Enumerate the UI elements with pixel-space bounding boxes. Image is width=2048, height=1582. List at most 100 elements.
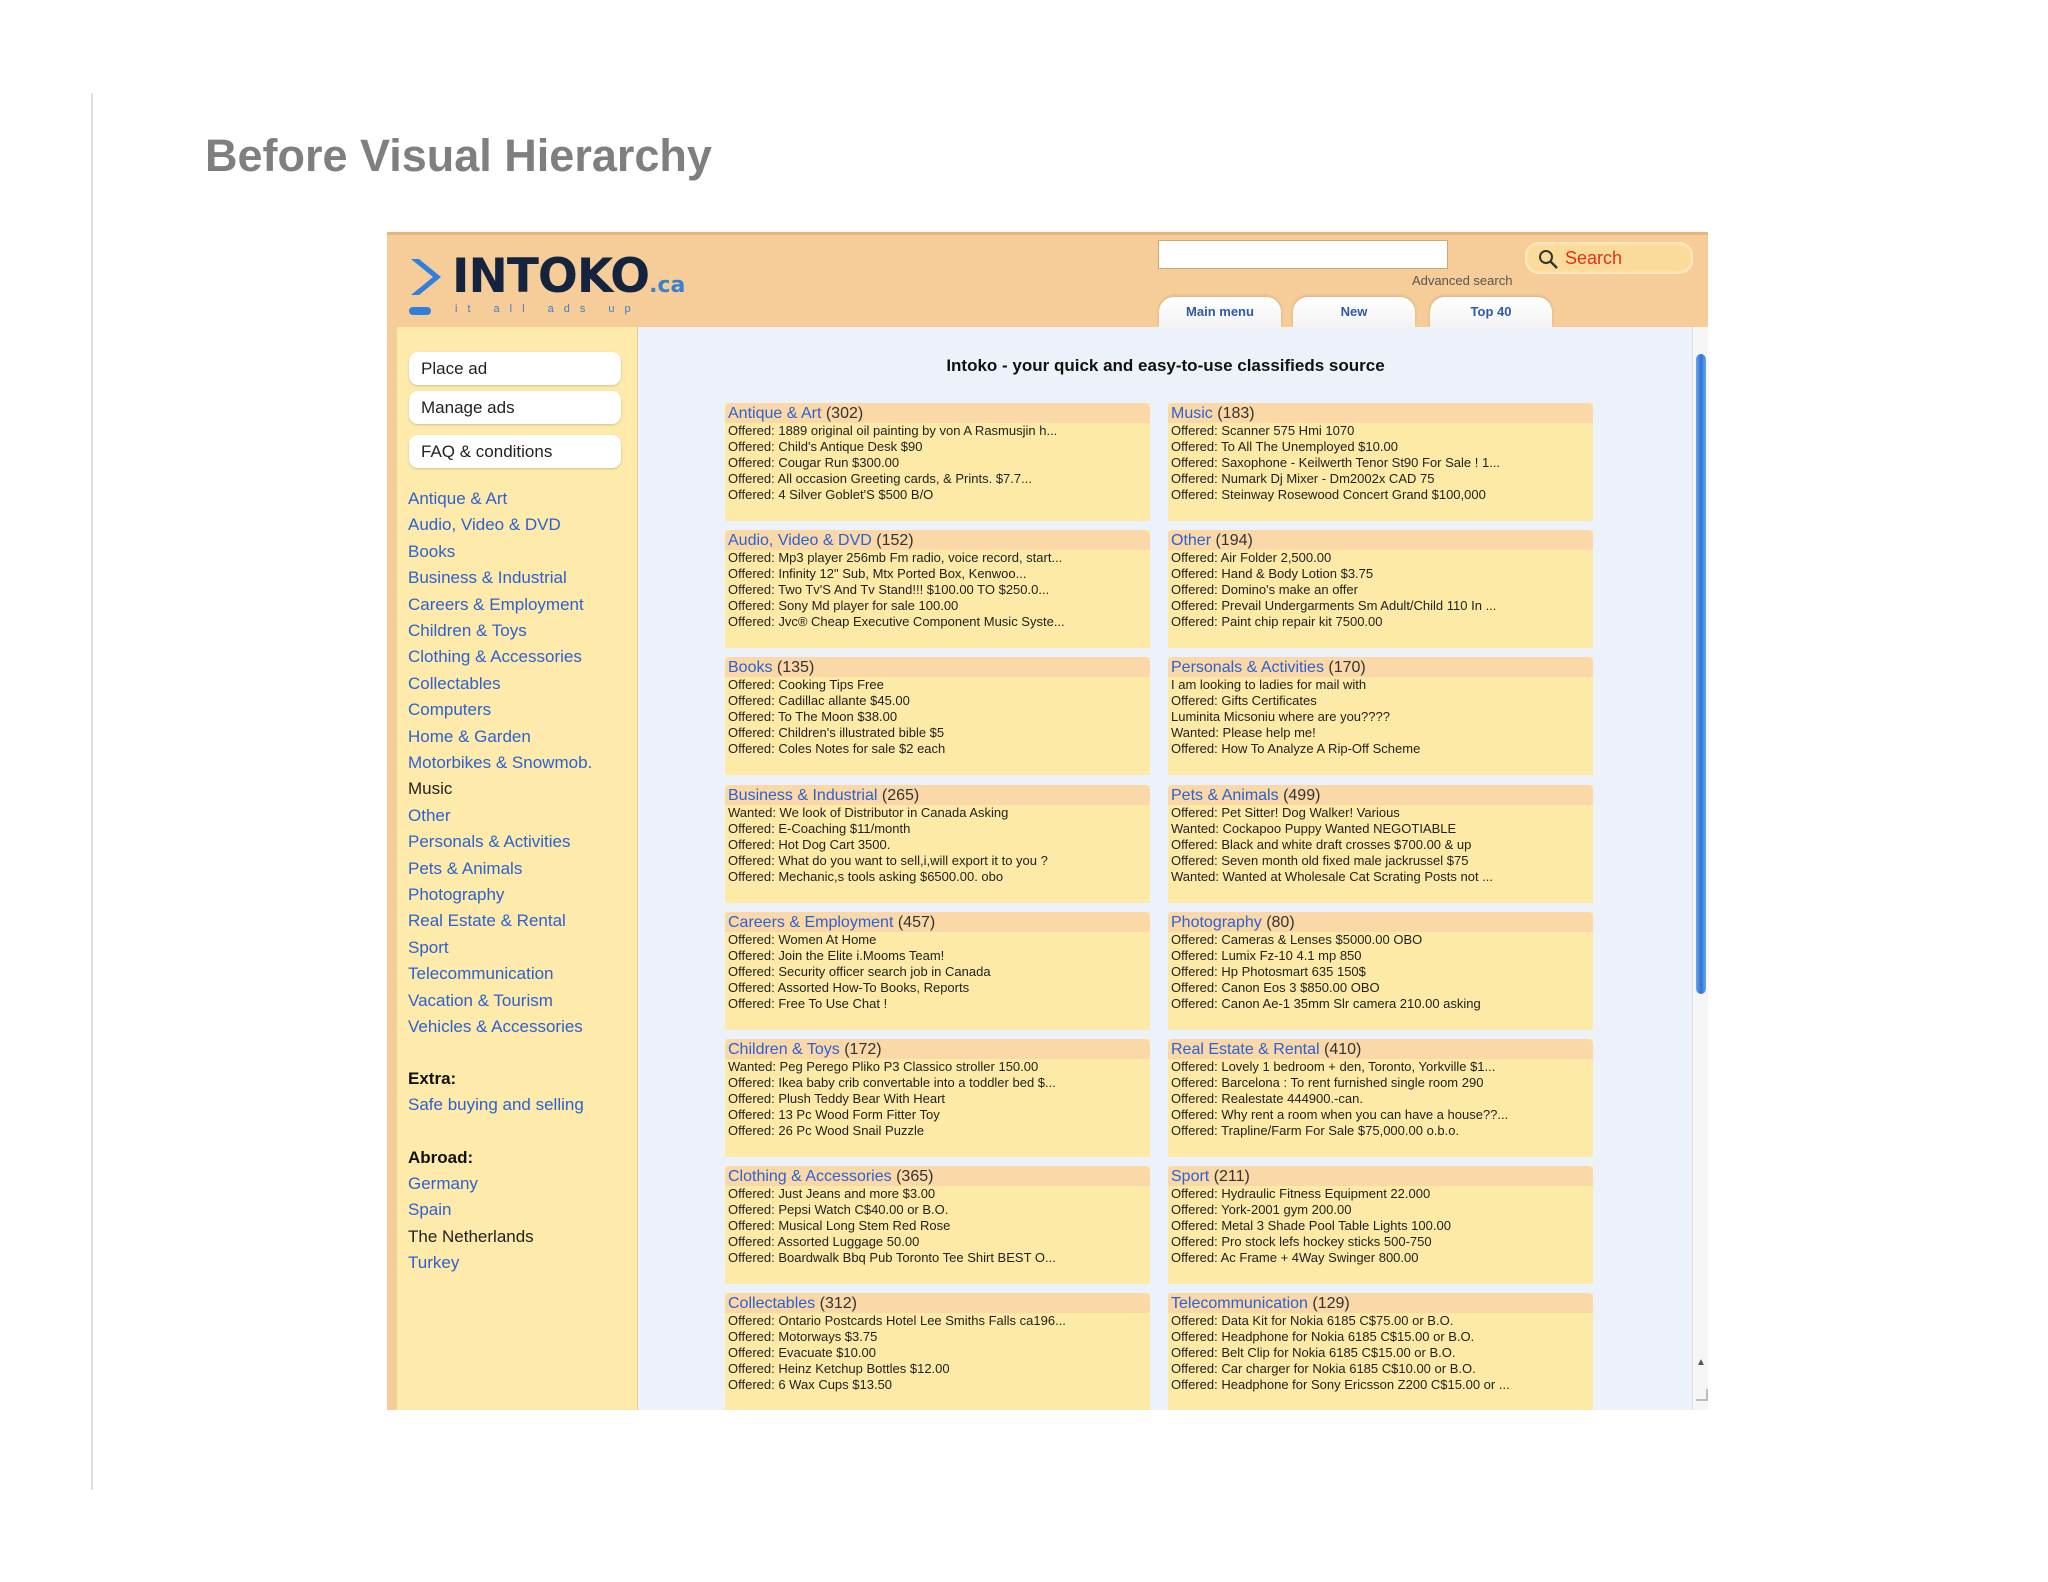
ad-listing[interactable]: Offered: Canon Eos 3 $850.00 OBO [1168,980,1593,996]
category-link-photography[interactable]: Photography [1171,914,1262,931]
ad-listing[interactable]: Offered: Car charger for Nokia 6185 C$10… [1168,1361,1593,1377]
scroll-up-arrow-icon[interactable]: ▲ [1696,1357,1706,1368]
ad-listing[interactable]: Wanted: Peg Perego Pliko P3 Classico str… [725,1059,1150,1075]
ad-listing[interactable]: Offered: Pro stock lefs hockey sticks 50… [1168,1234,1593,1250]
ad-listing[interactable]: Offered: Ac Frame + 4Way Swinger 800.00 [1168,1250,1593,1266]
sidebar-category-other[interactable]: Other [408,806,451,826]
ad-listing[interactable]: Offered: Realestate 444900.-can. [1168,1091,1593,1107]
ad-listing[interactable]: Offered: Ontario Postcards Hotel Lee Smi… [725,1313,1150,1329]
ad-listing[interactable]: Offered: Headphone for Nokia 6185 C$15.0… [1168,1329,1593,1345]
sidebar-category-careers-and-employment[interactable]: Careers & Employment [408,595,584,615]
ad-listing[interactable]: Offered: Boardwalk Bbq Pub Toronto Tee S… [725,1250,1150,1266]
sidebar-abroad-turkey[interactable]: Turkey [408,1253,459,1273]
sidebar-category-pets-and-animals[interactable]: Pets & Animals [408,859,522,879]
category-link-clothing-and-accessories[interactable]: Clothing & Accessories [728,1168,892,1185]
ad-listing[interactable]: Offered: 1889 original oil painting by v… [725,423,1150,439]
category-link-books[interactable]: Books [728,659,772,676]
ad-listing[interactable]: Offered: Numark Dj Mixer - Dm2002x CAD 7… [1168,471,1593,487]
ad-listing[interactable]: Offered: 4 Silver Goblet'S $500 B/O [725,487,1150,503]
sidebar-category-audio-video-and-dvd[interactable]: Audio, Video & DVD [408,515,561,535]
nav-new[interactable]: New [1293,297,1415,327]
category-link-personals-and-activities[interactable]: Personals & Activities [1171,659,1324,676]
ad-listing[interactable]: Offered: Jvc® Cheap Executive Component … [725,614,1150,630]
sidebar-category-photography[interactable]: Photography [408,885,504,905]
ad-listing[interactable]: Offered: All occasion Greeting cards, & … [725,471,1150,487]
ad-listing[interactable]: Offered: 13 Pc Wood Form Fitter Toy [725,1107,1150,1123]
category-link-telecommunication[interactable]: Telecommunication [1171,1295,1308,1312]
ad-listing[interactable]: Offered: Children's illustrated bible $5 [725,725,1150,741]
ad-listing[interactable]: Offered: Child's Antique Desk $90 [725,439,1150,455]
sidebar-category-sport[interactable]: Sport [408,938,449,958]
ad-listing[interactable]: Offered: Prevail Undergarments Sm Adult/… [1168,598,1593,614]
ad-listing[interactable]: Offered: Barcelona : To rent furnished s… [1168,1075,1593,1091]
ad-listing[interactable]: Offered: Belt Clip for Nokia 6185 C$15.0… [1168,1345,1593,1361]
sidebar-category-books[interactable]: Books [408,542,455,562]
ad-listing[interactable]: Offered: Just Jeans and more $3.00 [725,1186,1150,1202]
ad-listing[interactable]: Offered: Metal 3 Shade Pool Table Lights… [1168,1218,1593,1234]
ad-listing[interactable]: Offered: Women At Home [725,932,1150,948]
ad-listing[interactable]: Offered: To All The Unemployed $10.00 [1168,439,1593,455]
category-link-business-and-industrial[interactable]: Business & Industrial [728,787,877,804]
category-link-real-estate-and-rental[interactable]: Real Estate & Rental [1171,1041,1320,1058]
ad-listing[interactable]: Offered: Seven month old fixed male jack… [1168,853,1593,869]
sidebar-category-clothing-and-accessories[interactable]: Clothing & Accessories [408,647,582,667]
ad-listing[interactable]: Offered: Lovely 1 bedroom + den, Toronto… [1168,1059,1593,1075]
ad-listing[interactable]: Offered: Canon Ae-1 35mm Slr camera 210.… [1168,996,1593,1012]
ad-listing[interactable]: Offered: York-2001 gym 200.00 [1168,1202,1593,1218]
ad-listing[interactable]: Offered: Cameras & Lenses $5000.00 OBO [1168,932,1593,948]
ad-listing[interactable]: Offered: Motorways $3.75 [725,1329,1150,1345]
sidebar-category-motorbikes-and-snowmob[interactable]: Motorbikes & Snowmob. [408,753,592,773]
ad-listing[interactable]: Offered: Plush Teddy Bear With Heart [725,1091,1150,1107]
ad-listing[interactable]: Offered: Data Kit for Nokia 6185 C$75.00… [1168,1313,1593,1329]
sidebar-abroad-the-netherlands[interactable]: The Netherlands [408,1227,534,1247]
ad-listing[interactable]: Offered: Ikea baby crib convertable into… [725,1075,1150,1091]
sidebar-button-place-ad[interactable]: Place ad [409,352,621,385]
ad-listing[interactable]: Wanted: Cockapoo Puppy Wanted NEGOTIABLE [1168,821,1593,837]
sidebar-category-music[interactable]: Music [408,779,452,799]
ad-listing[interactable]: Offered: Hot Dog Cart 3500. [725,837,1150,853]
ad-listing[interactable]: Offered: Mechanic,s tools asking $6500.0… [725,869,1150,885]
ad-listing[interactable]: Offered: E-Coaching $11/month [725,821,1150,837]
sidebar-category-vehicles-and-accessories[interactable]: Vehicles & Accessories [408,1017,583,1037]
sidebar-category-collectables[interactable]: Collectables [408,674,501,694]
scrollbar[interactable]: ▲ [1692,327,1708,1410]
ad-listing[interactable]: Offered: Gifts Certificates [1168,693,1593,709]
ad-listing[interactable]: Offered: To The Moon $38.00 [725,709,1150,725]
ad-listing[interactable]: Offered: Cooking Tips Free [725,677,1150,693]
sidebar-button-manage-ads[interactable]: Manage ads [409,391,621,424]
ad-listing[interactable]: Offered: Saxophone - Keilwerth Tenor St9… [1168,455,1593,471]
sidebar-category-antique-and-art[interactable]: Antique & Art [408,489,507,509]
ad-listing[interactable]: Offered: Coles Notes for sale $2 each [725,741,1150,757]
ad-listing[interactable]: Offered: Lumix Fz-10 4.1 mp 850 [1168,948,1593,964]
ad-listing[interactable]: Offered: Mp3 player 256mb Fm radio, voic… [725,550,1150,566]
category-link-audio-video-and-dvd[interactable]: Audio, Video & DVD [728,532,872,549]
ad-listing[interactable]: Offered: Hp Photosmart 635 150$ [1168,964,1593,980]
ad-listing[interactable]: Offered: Domino's make an offer [1168,582,1593,598]
ad-listing[interactable]: Offered: Hydraulic Fitness Equipment 22.… [1168,1186,1593,1202]
ad-listing[interactable]: Luminita Micsoniu where are you???? [1168,709,1593,725]
ad-listing[interactable]: Offered: Pet Sitter! Dog Walker! Various [1168,805,1593,821]
sidebar-category-business-and-industrial[interactable]: Business & Industrial [408,568,567,588]
sidebar-abroad-germany[interactable]: Germany [408,1174,478,1194]
ad-listing[interactable]: Offered: Assorted How-To Books, Reports [725,980,1150,996]
ad-listing[interactable]: Offered: Two Tv'S And Tv Stand!!! $100.0… [725,582,1150,598]
category-link-other[interactable]: Other [1171,532,1211,549]
category-link-sport[interactable]: Sport [1171,1168,1209,1185]
ad-listing[interactable]: Offered: Steinway Rosewood Concert Grand… [1168,487,1593,503]
sidebar-abroad-spain[interactable]: Spain [408,1200,451,1220]
ad-listing[interactable]: Offered: Black and white draft crosses $… [1168,837,1593,853]
ad-listing[interactable]: Offered: Trapline/Farm For Sale $75,000.… [1168,1123,1593,1139]
ad-listing[interactable]: Offered: Hand & Body Lotion $3.75 [1168,566,1593,582]
sidebar-button-faq-and-conditions[interactable]: FAQ & conditions [409,435,621,468]
ad-listing[interactable]: I am looking to ladies for mail with [1168,677,1593,693]
ad-listing[interactable]: Offered: Paint chip repair kit 7500.00 [1168,614,1593,630]
sidebar-category-vacation-and-tourism[interactable]: Vacation & Tourism [408,991,553,1011]
ad-listing[interactable]: Offered: 6 Wax Cups $13.50 [725,1377,1150,1393]
ad-listing[interactable]: Offered: Security officer search job in … [725,964,1150,980]
ad-listing[interactable]: Offered: Evacuate $10.00 [725,1345,1150,1361]
sidebar-category-real-estate-and-rental[interactable]: Real Estate & Rental [408,911,566,931]
ad-listing[interactable]: Offered: Scanner 575 Hmi 1070 [1168,423,1593,439]
ad-listing[interactable]: Wanted: Please help me! [1168,725,1593,741]
category-link-music[interactable]: Music [1171,405,1213,422]
ad-listing[interactable]: Offered: Sony Md player for sale 100.00 [725,598,1150,614]
